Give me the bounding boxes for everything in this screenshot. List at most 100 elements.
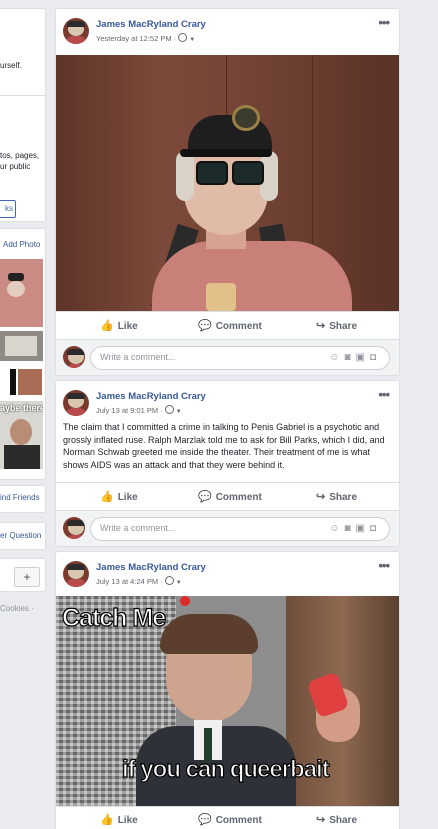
post-actions: 👍 Like 💬 Comment ↪ Share <box>56 482 399 511</box>
photo-thumb-4[interactable]: aybe there <box>0 401 43 469</box>
emoji-icon[interactable]: ☺ <box>329 352 344 363</box>
find-friends-link[interactable]: ind Friends <box>0 493 40 502</box>
like-button[interactable]: 👍 Like <box>100 319 138 332</box>
add-photo-link[interactable]: Add Photo <box>3 240 40 249</box>
post-text: The claim that I committed a crime in ta… <box>63 422 385 470</box>
commenter-avatar <box>63 346 85 368</box>
timestamp-text: July 13 at 9:01 PM · <box>96 406 163 415</box>
camera-icon[interactable]: ◙ <box>344 352 355 363</box>
meme-bottom-text: if you can queerbait <box>121 755 330 783</box>
globe-icon <box>164 405 174 414</box>
post-photo[interactable] <box>56 55 399 311</box>
comment-placeholder: Write a comment... <box>100 523 176 533</box>
camera-icon[interactable]: ◙ <box>344 523 355 534</box>
post-2: James MacRyland Crary July 13 at 9:01 PM… <box>55 380 400 547</box>
more-options-icon[interactable]: ••• <box>378 558 390 573</box>
post-timestamp[interactable]: Yesterday at 12:52 PM · ▼ <box>96 33 195 43</box>
question-link[interactable]: er Question <box>0 531 41 540</box>
post-timestamp[interactable]: July 13 at 4:24 PM · ▼ <box>96 576 182 586</box>
photo-thumb-2[interactable] <box>0 331 43 361</box>
post-timestamp[interactable]: July 13 at 9:01 PM · ▼ <box>96 405 182 415</box>
sticker-icon[interactable]: ◘ <box>370 352 381 363</box>
cookies-link[interactable]: Cookies · <box>0 604 34 613</box>
gif-icon[interactable]: ▣ <box>356 352 370 363</box>
meme-image[interactable]: Catch Me if you can queerbait <box>56 596 399 806</box>
left-column: urself. tos, pages, ur public ks Add Pho… <box>0 0 46 828</box>
commenter-avatar <box>63 517 85 539</box>
author-name[interactable]: James MacRyland Crary <box>96 562 206 573</box>
chevron-down-icon[interactable]: ▼ <box>176 409 182 415</box>
share-label: Share <box>329 321 358 332</box>
share-label: Share <box>329 815 358 826</box>
comment-label: Comment <box>215 815 262 826</box>
photo-thumb-3[interactable] <box>0 367 43 397</box>
photo-thumb-1[interactable] <box>0 259 43 327</box>
comment-input[interactable]: Write a comment... ☺◙▣◘ <box>90 517 390 541</box>
like-button[interactable]: 👍 Like <box>100 813 138 826</box>
author-name[interactable]: James MacRyland Crary <box>96 19 206 30</box>
speech-bubble-icon: 💬 <box>198 491 212 503</box>
author-name[interactable]: James MacRyland Crary <box>96 391 206 402</box>
photos-text-1: tos, pages, <box>0 151 40 160</box>
avatar[interactable] <box>63 561 89 587</box>
plus-icon: + <box>23 570 31 584</box>
comment-input[interactable]: Write a comment... ☺◙▣◘ <box>90 346 390 370</box>
comment-bar: Write a comment... ☺◙▣◘ <box>56 339 399 375</box>
emoji-icon[interactable]: ☺ <box>329 523 344 534</box>
comment-button[interactable]: 💬 Comment <box>198 490 262 503</box>
like-button[interactable]: 👍 Like <box>100 490 138 503</box>
globe-icon <box>164 576 174 585</box>
avatar[interactable] <box>63 18 89 44</box>
chevron-down-icon[interactable]: ▼ <box>189 37 195 43</box>
like-label: Like <box>117 492 138 503</box>
divider <box>0 95 45 96</box>
avatar[interactable] <box>63 390 89 416</box>
share-button[interactable]: ↪ Share <box>316 490 357 503</box>
more-options-icon[interactable]: ••• <box>378 387 390 402</box>
timestamp-text: July 13 at 4:24 PM · <box>96 577 163 586</box>
question-card: er Question <box>0 522 46 550</box>
photos-card: Add Photo aybe there <box>0 228 46 480</box>
comment-bar: Write a comment... ☺◙▣◘ <box>56 510 399 546</box>
comment-input-icons: ☺◙▣◘ <box>329 523 381 534</box>
share-button[interactable]: ↪ Share <box>316 813 357 826</box>
comment-label: Comment <box>215 321 262 332</box>
thumbs-up-icon: 👍 <box>100 320 114 332</box>
chevron-down-icon[interactable]: ▼ <box>176 580 182 586</box>
post-3: James MacRyland Crary July 13 at 4:24 PM… <box>55 551 400 829</box>
links-button[interactable]: ks <box>0 200 16 218</box>
share-button[interactable]: ↪ Share <box>316 319 357 332</box>
comment-button[interactable]: 💬 Comment <box>198 319 262 332</box>
meme-top-text: Catch Me <box>61 603 166 632</box>
more-options-icon[interactable]: ••• <box>378 15 390 30</box>
intro-card: urself. tos, pages, ur public ks <box>0 8 46 222</box>
speech-bubble-icon: 💬 <box>198 320 212 332</box>
post-1: James MacRyland Crary Yesterday at 12:52… <box>55 8 400 376</box>
post-actions: 👍 Like 💬 Comment ↪ Share <box>56 311 399 340</box>
language-card: + <box>0 558 46 592</box>
add-language-button[interactable]: + <box>14 567 40 587</box>
intro-text: urself. <box>0 61 22 70</box>
comment-label: Comment <box>215 492 262 503</box>
comment-placeholder: Write a comment... <box>100 352 176 362</box>
speech-bubble-icon: 💬 <box>198 814 212 826</box>
thumb-meme-text: aybe there <box>0 403 43 413</box>
share-arrow-icon: ↪ <box>316 491 326 503</box>
sticker-icon[interactable]: ◘ <box>370 523 381 534</box>
gif-icon[interactable]: ▣ <box>356 523 370 534</box>
timestamp-text: Yesterday at 12:52 PM · <box>96 34 177 43</box>
friends-card: ind Friends <box>0 485 46 513</box>
comment-input-icons: ☺◙▣◘ <box>329 352 381 363</box>
like-label: Like <box>117 815 138 826</box>
thumbs-up-icon: 👍 <box>100 814 114 826</box>
photos-text-2: ur public <box>0 162 31 171</box>
share-arrow-icon: ↪ <box>316 320 326 332</box>
globe-icon <box>178 33 188 42</box>
comment-button[interactable]: 💬 Comment <box>198 813 262 826</box>
thumbs-up-icon: 👍 <box>100 491 114 503</box>
links-button-label: ks <box>5 204 13 213</box>
share-label: Share <box>329 492 358 503</box>
like-label: Like <box>117 321 138 332</box>
post-actions: 👍 Like 💬 Comment ↪ Share <box>56 806 399 829</box>
share-arrow-icon: ↪ <box>316 814 326 826</box>
